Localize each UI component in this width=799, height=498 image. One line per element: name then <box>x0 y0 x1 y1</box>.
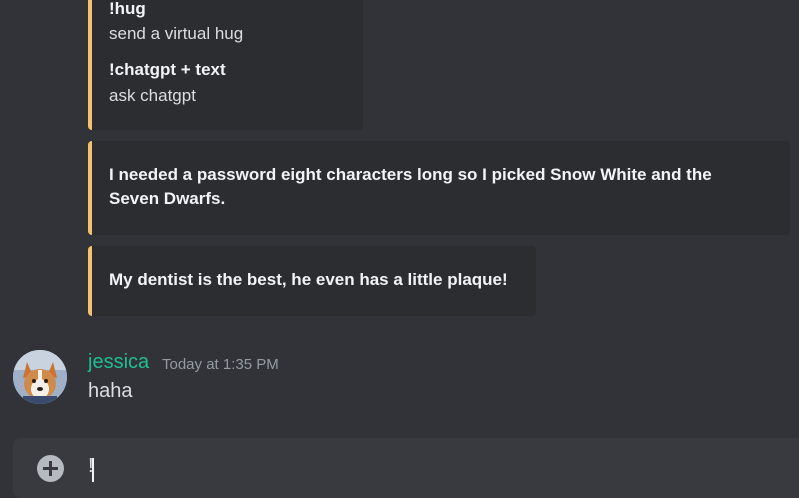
avatar[interactable] <box>13 350 67 404</box>
plus-circle-icon[interactable] <box>37 455 64 482</box>
joke-text-line: My dentist is the best, he even has a li… <box>109 270 508 289</box>
joke-text-line: I needed a password eight characters lon… <box>109 165 712 184</box>
command-description: send a virtual hug <box>109 24 244 43</box>
joke-embed: My dentist is the best, he even has a li… <box>88 246 536 316</box>
command-name: !chatgpt + text <box>109 60 226 79</box>
message-composer[interactable] <box>13 438 799 498</box>
command-description: ask chatgpt <box>109 86 196 105</box>
joke-embed: I needed a password eight characters lon… <box>88 141 790 235</box>
message-text: haha <box>88 380 133 402</box>
username[interactable]: jessica <box>88 351 149 374</box>
message-timestamp: Today at 1:35 PM <box>162 356 279 373</box>
corgi-avatar-icon <box>13 350 67 404</box>
joke-text-line: Seven Dwarfs. <box>109 189 226 208</box>
command-name: !hug <box>109 0 146 18</box>
text-caret <box>92 458 94 482</box>
help-embed: !hug send a virtual hug !chatgpt + text … <box>88 0 363 130</box>
